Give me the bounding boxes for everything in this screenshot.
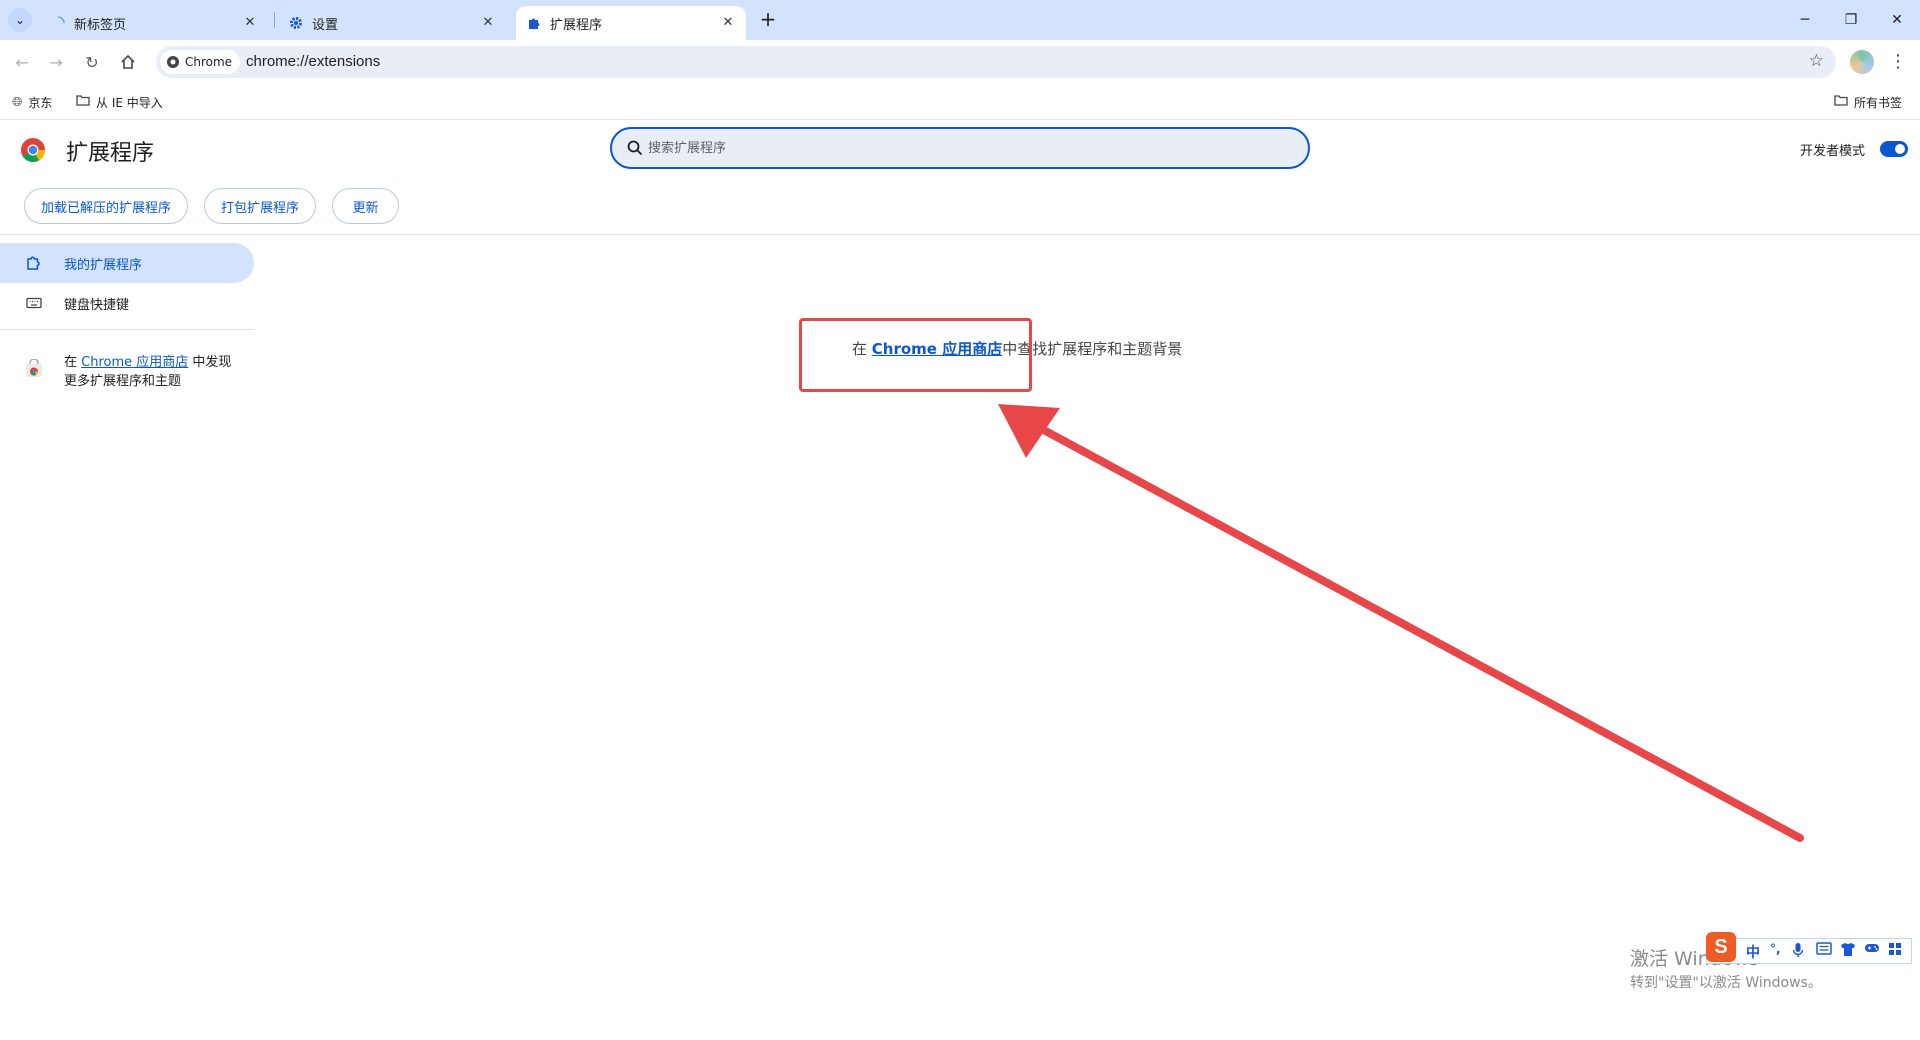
bookmark-folder[interactable]: 从 IE 中导入 (76, 92, 163, 112)
annotation-highlight-box (799, 318, 1032, 392)
tab-search-button[interactable]: ⌄ (8, 8, 32, 32)
toggle-knob (1895, 144, 1905, 154)
search-icon (627, 140, 643, 156)
divider (0, 329, 254, 330)
close-icon[interactable]: ✕ (720, 15, 736, 31)
home-button[interactable] (114, 48, 142, 76)
minimize-button[interactable]: ─ (1782, 0, 1828, 40)
new-tab-button[interactable]: + (756, 8, 780, 32)
promo-text: 在 Chrome 应用商店 中发现更多扩展程序和主题 (64, 353, 244, 391)
microphone-icon[interactable] (1792, 942, 1804, 962)
keyboard-icon (24, 293, 44, 313)
forward-button[interactable]: → (42, 48, 70, 76)
site-info-chip[interactable]: Chrome (160, 50, 241, 74)
extensions-header: 扩展程序 开发者模式 加载已解压的扩展程序 打包扩展程序 更新 (0, 121, 1920, 235)
web-store-promo: 在 Chrome 应用商店 中发现更多扩展程序和主题 (24, 353, 244, 391)
ime-mode[interactable]: 中 (1746, 942, 1760, 962)
all-bookmarks-button[interactable]: 所有书签 (1834, 92, 1902, 112)
dev-mode-label: 开发者模式 (1800, 144, 1866, 159)
update-button[interactable]: 更新 (332, 188, 399, 224)
reload-button[interactable]: ↻ (78, 48, 106, 76)
chrome-icon (167, 56, 179, 68)
keyboard-icon[interactable] (1816, 942, 1832, 959)
sidebar-item-keyboard-shortcuts[interactable]: 键盘快捷键 (0, 283, 254, 323)
toolbar: ← → ↻ Chrome chrome://extensions ☆ ⋮ (0, 40, 1920, 84)
promo-prefix: 在 (64, 355, 82, 370)
tab-extensions[interactable]: 扩展程序 ✕ (516, 6, 746, 40)
tab-new-tab[interactable]: 新标签页 ✕ (40, 6, 268, 40)
activation-watermark-text: 转到"设置"以激活 Windows。 (1630, 975, 1822, 991)
dev-mode-toggle[interactable] (1880, 141, 1908, 157)
ime-toolbar (1706, 938, 1912, 964)
pack-extension-button[interactable]: 打包扩展程序 (204, 188, 316, 224)
puzzle-icon (24, 253, 44, 273)
close-icon[interactable]: ✕ (480, 15, 496, 31)
bookmark-item[interactable]: 🌐︎ 京东 (12, 92, 52, 112)
menu-icon[interactable]: ⋮ (1886, 48, 1910, 76)
tab-title: 新标签页 (74, 17, 127, 33)
close-window-button[interactable]: ✕ (1874, 0, 1920, 40)
profile-avatar[interactable] (1850, 50, 1874, 74)
bookmarks-bar: 🌐︎ 京东 从 IE 中导入 所有书签 (0, 84, 1920, 120)
puzzle-icon (526, 15, 542, 31)
sidebar-item-label: 键盘快捷键 (64, 297, 130, 313)
ime-logo[interactable]: S (1706, 932, 1736, 962)
punctuation-icon[interactable]: °, (1770, 942, 1781, 956)
bookmark-label: 京东 (28, 95, 53, 110)
load-unpacked-button[interactable]: 加载已解压的扩展程序 (24, 188, 188, 224)
sidebar-item-my-extensions[interactable]: 我的扩展程序 (0, 243, 254, 283)
close-icon[interactable]: ✕ (242, 15, 258, 31)
address-bar[interactable]: Chrome chrome://extensions ☆ (156, 46, 1836, 78)
tab-separator (274, 12, 275, 28)
web-store-link[interactable]: Chrome 应用商店 (81, 355, 188, 370)
page-title: 扩展程序 (66, 141, 155, 166)
folder-icon (76, 94, 90, 110)
skin-icon[interactable] (1840, 942, 1856, 961)
restore-button[interactable]: ❐ (1828, 0, 1874, 40)
tab-title: 设置 (312, 17, 339, 33)
tab-settings[interactable]: 设置 ✕ (278, 6, 506, 40)
gear-icon (288, 15, 304, 31)
back-button[interactable]: ← (8, 48, 36, 76)
bookmark-star-icon[interactable]: ☆ (1809, 51, 1824, 71)
chevron-down-icon: ⌄ (14, 13, 26, 27)
tab-title: 扩展程序 (550, 17, 603, 33)
chip-label: Chrome (185, 55, 233, 69)
all-bookmarks-label: 所有书签 (1854, 95, 1903, 110)
search-input[interactable] (648, 137, 1288, 159)
web-store-icon (26, 359, 42, 377)
folder-icon (1834, 94, 1848, 110)
url-text[interactable]: chrome://extensions (246, 53, 380, 70)
grid-icon[interactable] (1888, 942, 1902, 960)
loading-icon (50, 15, 66, 31)
search-box[interactable] (610, 127, 1310, 169)
sidebar-item-label: 我的扩展程序 (64, 257, 143, 273)
tab-strip: ⌄ 新标签页 ✕ 设置 ✕ 扩展程序 ✕ + ─ ❐ ✕ (0, 0, 1920, 40)
globe-icon: 🌐︎ (12, 94, 23, 110)
chrome-logo-icon (21, 138, 45, 163)
game-icon[interactable] (1864, 942, 1880, 958)
sidebar: 我的扩展程序 键盘快捷键 在 Chrome 应用商店 中发现更多扩展程序和主题 (0, 235, 256, 435)
bookmark-label: 从 IE 中导入 (96, 95, 163, 110)
